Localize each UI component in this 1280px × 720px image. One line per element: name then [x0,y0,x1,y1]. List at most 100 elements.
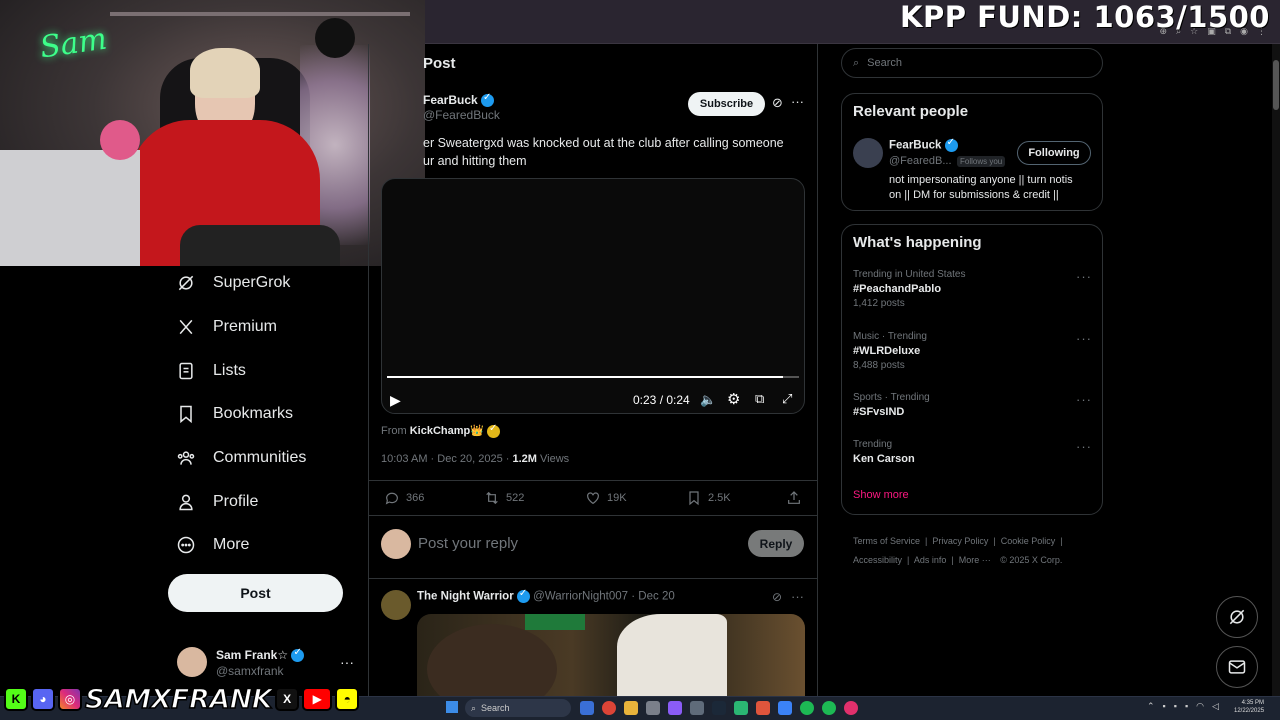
taskbar-clock[interactable]: 4:35 PM 12/22/2025 [1234,699,1264,715]
trend-more-icon[interactable]: ··· [1076,269,1092,284]
tray-icon[interactable]: ▪ [1174,701,1177,712]
youtube-icon: ▶ [302,687,333,711]
windows-start-icon[interactable] [446,701,458,713]
account-menu-icon[interactable]: ··· [340,654,354,670]
spotify-icon[interactable] [800,701,814,715]
more-link[interactable]: More ··· [959,555,991,565]
settings-icon[interactable] [690,701,704,715]
cookie-link[interactable]: Cookie Policy [1001,536,1056,546]
source-link[interactable]: KickChamp👑 [410,425,484,437]
ads-info-link[interactable]: Ads info [914,555,947,565]
verified-badge-icon [516,588,530,603]
verified-badge-icon [487,423,501,438]
play-icon[interactable]: ▶ [390,392,401,409]
grok-icon[interactable]: ⊘ [772,590,782,604]
scrollbar[interactable] [1272,44,1280,696]
tweet-more-icon[interactable]: ··· [791,94,804,109]
steam-icon[interactable] [712,701,726,715]
pip-icon[interactable]: ⧉ [755,391,764,407]
grok-float-button[interactable] [1216,596,1258,638]
volume-icon[interactable]: 🔈 [700,392,716,408]
fullscreen-icon[interactable]: ⤢ [782,391,792,407]
person-hair [190,48,260,98]
reply-input[interactable]: Post your reply [418,535,518,552]
trend-more-icon[interactable]: ··· [1076,331,1092,346]
taskbar-search[interactable]: ⌕ Search [465,699,571,717]
tweet-more-icon[interactable]: ··· [791,589,804,604]
app-icon[interactable] [668,701,682,715]
snapchat-icon: ◓ [335,687,360,711]
chrome-icon[interactable] [602,701,616,715]
trend-item[interactable]: Trending Ken Carson [853,439,915,465]
video-time: 0:23 / 0:24 [633,393,690,407]
sidebar-item-supergrok[interactable]: SuperGrok [176,273,290,293]
search-input[interactable]: ⌕ Search [841,48,1103,78]
reply-media-image[interactable] [417,614,805,696]
app-icon[interactable] [844,701,858,715]
tray-icon[interactable]: ▪ [1163,701,1166,712]
repost-action[interactable]: 522 [484,490,524,506]
wifi-icon[interactable]: ◠ [1196,701,1204,712]
tweet-timestamp: 10:03 AM · Dec 20, 2025 · 1.2M Views [381,453,570,465]
accessibility-link[interactable]: Accessibility [853,555,902,565]
sidebar-item-premium[interactable]: Premium [176,317,277,337]
mic-icon[interactable]: ▪ [1185,701,1188,712]
trend-more-icon[interactable]: ··· [1076,392,1092,407]
relevant-people-title: Relevant people [853,103,969,120]
video-player[interactable] [381,178,805,414]
verified-badge-icon [944,137,958,152]
trend-item[interactable]: Trending in United States #PeachandPablo… [853,269,965,309]
bookmark-action[interactable]: 2.5K [686,490,731,506]
app-icon[interactable] [734,701,748,715]
repost-icon [486,491,498,505]
volume-icon[interactable]: ◁ [1212,701,1219,712]
sidebar-item-communities[interactable]: Communities [176,448,306,468]
like-action[interactable]: 19K [585,490,627,506]
messages-float-button[interactable] [1216,646,1258,688]
app-icon[interactable] [778,701,792,715]
sidebar-item-label: Communities [213,449,307,466]
tweet-author-handle[interactable]: @FearedBuck [423,108,500,122]
trend-item[interactable]: Music · Trending #WLRDeluxe 8,488 posts [853,331,927,371]
sidebar-item-profile[interactable]: Profile [176,492,258,512]
scrollbar-thumb[interactable] [1273,60,1279,110]
settings-gear-icon[interactable]: ⚙ [727,390,740,408]
sidebar-item-more[interactable]: More [176,535,249,555]
terms-link[interactable]: Terms of Service [853,536,920,546]
grok-icon [178,275,194,291]
column-divider [368,44,369,696]
share-action[interactable] [786,490,802,506]
avatar [381,529,411,559]
avatar[interactable] [177,647,207,677]
tweet-author-name[interactable]: FearBuck [423,92,495,108]
app-icon[interactable] [756,701,770,715]
spotify-icon[interactable] [822,701,836,715]
divider [369,515,817,516]
chevron-up-icon[interactable]: ⌃ [1147,701,1155,712]
search-icon: ⌕ [853,56,860,69]
subscribe-button[interactable]: Subscribe [688,92,765,116]
page-title: Post [423,55,456,72]
avatar[interactable] [381,590,411,620]
folder-icon[interactable] [624,701,638,715]
store-icon[interactable] [646,701,660,715]
post-button[interactable]: Post [168,574,343,612]
trend-item[interactable]: Sports · Trending #SFvsIND [853,392,930,418]
following-button[interactable]: Following [1017,141,1091,165]
reply-author-name[interactable]: The Night Warrior [417,591,514,603]
grok-icon[interactable]: ⊘ [772,95,783,111]
show-more-link[interactable]: Show more [853,489,909,501]
person-handle[interactable]: @FearedB... [889,155,952,167]
reply-action[interactable]: 366 [384,490,424,506]
reply-button[interactable]: Reply [748,530,804,557]
account-handle: @samxfrank [216,664,284,678]
video-progress-track[interactable] [387,376,799,378]
sidebar-item-lists[interactable]: Lists [176,361,246,381]
trend-more-icon[interactable]: ··· [1076,439,1092,454]
search-icon: ⌕ [471,702,477,713]
sidebar-item-bookmarks[interactable]: Bookmarks [176,404,293,424]
privacy-link[interactable]: Privacy Policy [932,536,988,546]
edge-icon[interactable] [580,701,594,715]
person-name[interactable]: FearBuck [889,137,958,152]
avatar[interactable] [853,138,883,168]
